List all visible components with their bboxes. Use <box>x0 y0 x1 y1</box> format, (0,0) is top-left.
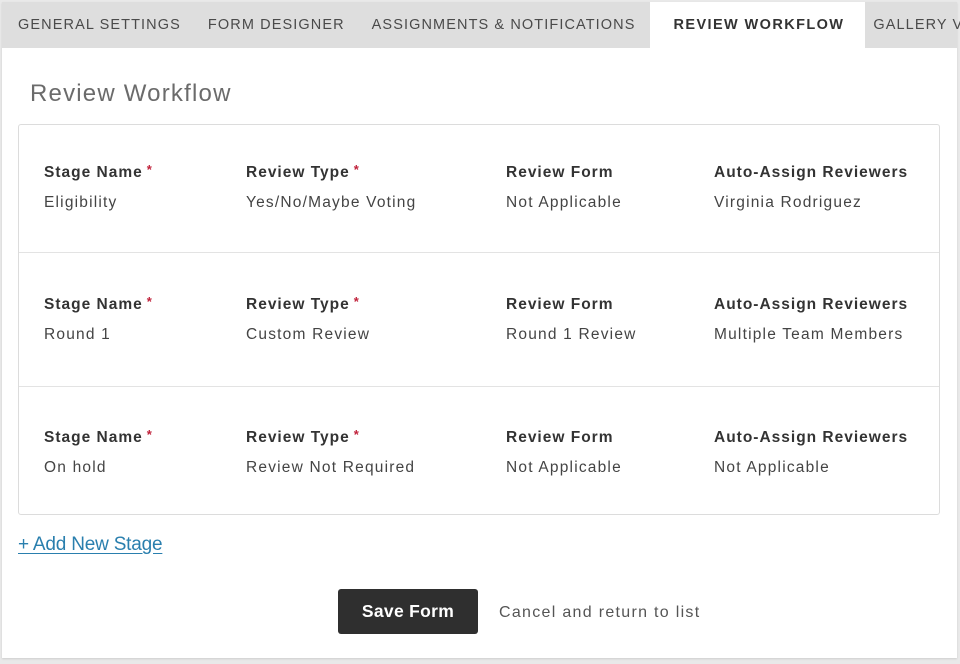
review-type-label: Review Type <box>246 164 350 181</box>
review-type-value: Custom Review <box>246 326 371 343</box>
review-form-value: Not Applicable <box>506 194 622 211</box>
stage-name-label: Stage Name <box>44 296 143 313</box>
required-marker: * <box>353 162 360 177</box>
cancel-return-link[interactable]: Cancel and return to list <box>499 604 700 622</box>
stage-name-field: Stage Name * On hold <box>44 427 153 477</box>
stage-row: Stage Name * Round 1 Review Type * Custom … <box>19 252 939 386</box>
review-type-field: Review Type * Review Not Required <box>246 427 416 477</box>
stages-list: Stage Name * Eligibility Review Type * Yes… <box>18 124 940 515</box>
required-marker: * <box>353 294 360 309</box>
auto-assign-value: Multiple Team Members <box>714 326 904 343</box>
review-form-value: Not Applicable <box>506 459 622 476</box>
review-type-label: Review Type <box>246 429 350 446</box>
auto-assign-label: Auto-Assign Reviewers <box>714 429 909 446</box>
stage-name-value: Round 1 <box>44 326 112 343</box>
review-type-label: Review Type <box>246 296 350 313</box>
required-marker: * <box>146 294 153 309</box>
stage-name-value: Eligibility <box>44 194 118 211</box>
auto-assign-field: Auto-Assign Reviewers Virginia Rodriguez <box>714 164 908 212</box>
review-type-field: Review Type * Yes/No/Maybe Voting <box>246 162 417 212</box>
auto-assign-field: Auto-Assign Reviewers Not Applicable <box>714 429 908 477</box>
stage-row: Stage Name * On hold Review Type * Review … <box>19 386 939 514</box>
stage-name-value: On hold <box>44 459 107 476</box>
review-type-field: Review Type * Custom Review <box>246 294 371 344</box>
auto-assign-value: Not Applicable <box>714 459 830 476</box>
auto-assign-value: Virginia Rodriguez <box>714 194 862 211</box>
stage-name-field: Stage Name * Eligibility <box>44 162 153 212</box>
tab-form-designer[interactable]: Form Designer <box>207 2 372 48</box>
tab-general-settings[interactable]: General Settings <box>2 2 207 48</box>
add-new-stage-link[interactable]: + Add New Stage <box>18 534 163 556</box>
auto-assign-field: Auto-Assign Reviewers Multiple Team Memb… <box>714 296 908 344</box>
review-form-value: Round 1 Review <box>506 326 637 343</box>
review-form-field: Review Form Not Applicable <box>506 164 622 212</box>
stage-name-field: Stage Name * Round 1 <box>44 294 153 344</box>
review-form-field: Review Form Not Applicable <box>506 429 622 477</box>
review-form-label: Review Form <box>506 296 614 313</box>
review-type-value: Review Not Required <box>246 459 416 476</box>
tab-assignments-notifications[interactable]: Assignments & Notifications <box>372 2 650 48</box>
page-title: Review Workflow <box>30 80 232 107</box>
review-form-label: Review Form <box>506 164 614 181</box>
required-marker: * <box>353 427 360 442</box>
save-form-button[interactable]: Save Form <box>338 589 478 634</box>
settings-tabs: General Settings Form Designer Assignmen… <box>2 2 960 48</box>
required-marker: * <box>146 427 153 442</box>
stage-row: Stage Name * Eligibility Review Type * Yes… <box>19 125 939 252</box>
stage-name-label: Stage Name <box>44 164 143 181</box>
review-form-field: Review Form Round 1 Review <box>506 296 637 344</box>
required-marker: * <box>146 162 153 177</box>
stage-name-label: Stage Name <box>44 429 143 446</box>
tab-review-workflow[interactable]: Review Workflow <box>649 2 866 48</box>
auto-assign-label: Auto-Assign Reviewers <box>714 164 909 181</box>
review-workflow-panel: General Settings Form Designer Assignmen… <box>2 2 960 658</box>
review-type-value: Yes/No/Maybe Voting <box>246 194 417 211</box>
review-form-label: Review Form <box>506 429 614 446</box>
auto-assign-label: Auto-Assign Reviewers <box>714 296 909 313</box>
tab-gallery-view[interactable]: Gallery View <box>865 2 960 48</box>
